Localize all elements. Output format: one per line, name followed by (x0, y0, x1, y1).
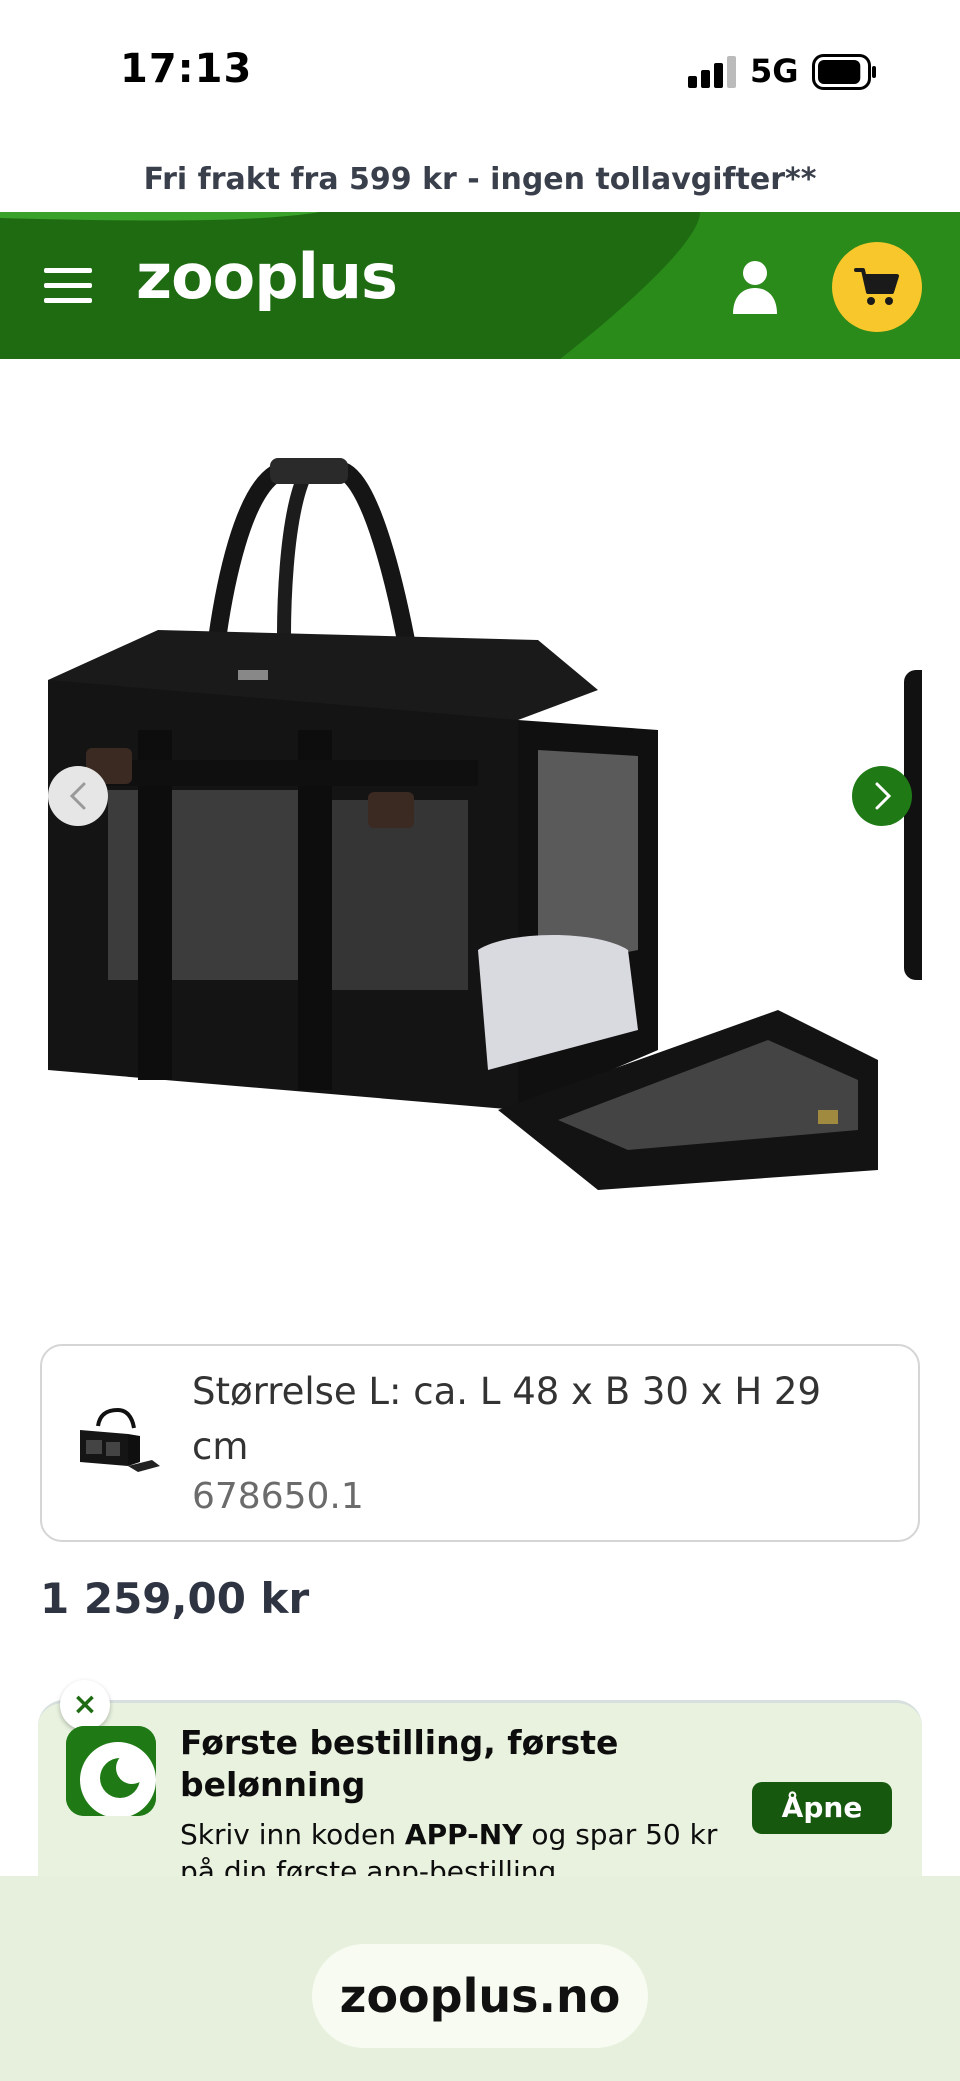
menu-button[interactable] (40, 262, 96, 310)
signal-icon (688, 56, 736, 88)
zooplus-app-icon (66, 1726, 156, 1816)
menu-line (44, 298, 92, 303)
product-image-carousel[interactable] (0, 400, 960, 1220)
zooplus-logo[interactable]: zooplus (136, 240, 398, 313)
menu-line (44, 283, 92, 288)
carousel-next-button[interactable] (852, 766, 912, 826)
user-icon[interactable] (730, 258, 780, 314)
menu-line (44, 268, 92, 273)
network-label: 5G (750, 52, 799, 90)
status-bar: 17:13 5G (0, 0, 960, 140)
app-promo-title: Første bestilling, første belønning (180, 1723, 619, 1804)
app-logo-icon (66, 1726, 156, 1816)
variant-name: Størrelse L: ca. L 48 x B 30 x H 29 cm (192, 1370, 821, 1468)
site-header: zooplus (0, 212, 960, 359)
chevron-right-icon (875, 782, 892, 810)
close-app-promo-button[interactable]: × (60, 1680, 110, 1730)
variant-thumbnail (80, 1407, 160, 1472)
next-image-peek (904, 670, 922, 980)
status-time: 17:13 (120, 46, 253, 92)
product-image-pet-carrier (48, 458, 878, 1190)
promo-code: APP-NY (404, 1818, 523, 1851)
variant-sku: 678650.1 (192, 1476, 364, 1517)
shopping-cart-icon (854, 268, 899, 305)
variant-selector-card[interactable]: Størrelse L: ca. L 48 x B 30 x H 29 cm 6… (40, 1344, 920, 1542)
free-shipping-banner[interactable]: Fri frakt fra 599 kr - ingen tollavgifte… (0, 150, 960, 210)
url-bar[interactable]: zooplus.no (312, 1944, 648, 2048)
chevron-left-icon (69, 782, 86, 810)
open-app-button[interactable]: Åpne (752, 1782, 892, 1834)
cart-button[interactable] (832, 242, 922, 332)
browser-bottom-bar: zooplus.no (0, 1876, 960, 2081)
battery-icon (812, 54, 876, 90)
app-promo-text-before: Skriv inn koden (180, 1818, 405, 1851)
carousel-prev-button[interactable] (48, 766, 108, 826)
product-price: 1 259,00 kr (40, 1574, 310, 1623)
